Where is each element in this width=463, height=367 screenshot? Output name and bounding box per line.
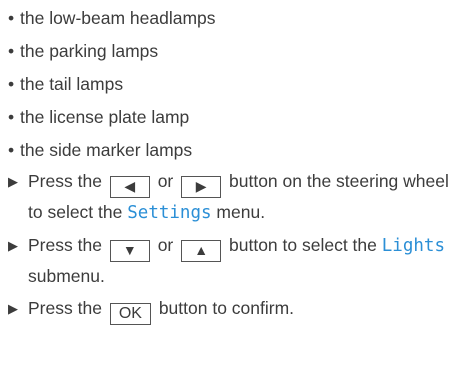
bullet-icon: • bbox=[8, 74, 15, 94]
step-text: Press the bbox=[28, 235, 102, 255]
step-text: menu. bbox=[216, 202, 266, 222]
bullet-icon: • bbox=[8, 107, 15, 127]
step-text: Press the bbox=[28, 298, 102, 318]
list-item-text: the tail lamps bbox=[20, 74, 124, 94]
right-arrow-key-icon: ▶ bbox=[181, 176, 222, 198]
down-arrow-key-icon: ▼ bbox=[109, 240, 150, 262]
list-item: • the license plate lamp bbox=[8, 103, 216, 136]
step-text: submenu. bbox=[28, 266, 105, 286]
list-item: • the low-beam headlamps bbox=[8, 4, 216, 37]
list-item: • the side marker lamps bbox=[8, 136, 216, 169]
step-text: button to select the bbox=[229, 235, 377, 255]
list-item: • the tail lamps bbox=[8, 70, 216, 103]
step-select-lights: ▶ Press the ▼ or ▲ button to select the … bbox=[8, 231, 460, 291]
up-arrow-key-icon: ▲ bbox=[181, 240, 222, 262]
lamp-list: • the low-beam headlamps • the parking lam… bbox=[8, 4, 216, 169]
step-text: Press the bbox=[28, 171, 102, 191]
instruction-steps: ▶ Press the ◀ or ▶ button on the steerin… bbox=[8, 167, 460, 328]
manual-page: • the low-beam headlamps • the parking lam… bbox=[0, 0, 463, 367]
bullet-icon: • bbox=[8, 41, 15, 61]
step-text: or bbox=[157, 171, 174, 191]
step-confirm: ▶ Press the OK button to confirm. bbox=[8, 294, 460, 325]
lights-submenu-term: Lights bbox=[381, 236, 445, 256]
list-item-text: the parking lamps bbox=[20, 41, 159, 61]
step-text: button to confirm. bbox=[158, 298, 295, 318]
list-item-text: the license plate lamp bbox=[20, 107, 190, 127]
step-arrow-icon: ▶ bbox=[8, 174, 18, 189]
list-item: • the parking lamps bbox=[8, 37, 216, 70]
bullet-icon: • bbox=[8, 8, 15, 28]
bullet-icon: • bbox=[8, 140, 15, 160]
left-arrow-key-icon: ◀ bbox=[109, 176, 150, 198]
step-arrow-icon: ▶ bbox=[8, 301, 18, 316]
list-item-text: the side marker lamps bbox=[20, 140, 193, 160]
list-item-text: the low-beam headlamps bbox=[20, 8, 216, 28]
step-select-settings: ▶ Press the ◀ or ▶ button on the steerin… bbox=[8, 167, 460, 228]
ok-key-icon: OK bbox=[109, 303, 151, 325]
step-text: or bbox=[157, 235, 174, 255]
step-arrow-icon: ▶ bbox=[8, 238, 18, 253]
settings-menu-term: Settings bbox=[127, 203, 212, 223]
